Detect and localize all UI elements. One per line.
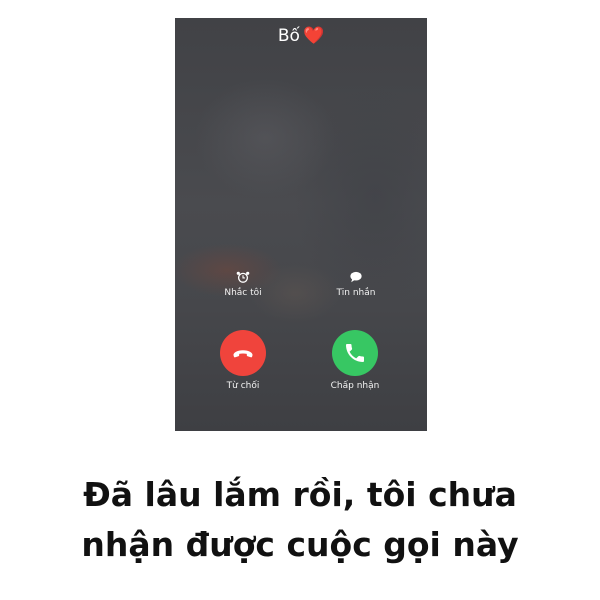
heart-icon: ❤️ [302, 26, 325, 46]
accept-button[interactable] [332, 330, 378, 376]
remind-me-button[interactable]: Nhắc tôi [203, 271, 283, 298]
decline-button[interactable] [220, 330, 266, 376]
caption: Đã lâu lắm rồi, tôi chưa nhận được cuộc … [0, 470, 600, 570]
caller-name: Bố [277, 26, 300, 46]
message-button[interactable]: Tin nhắn [316, 271, 396, 298]
remind-me-label: Nhắc tôi [224, 288, 262, 298]
caption-line-1: Đã lâu lắm rồi, tôi chưa [83, 475, 517, 514]
alarm-clock-icon [236, 271, 250, 283]
blurred-background [175, 18, 427, 431]
incoming-call-screen: Bố ❤️ Nhắc tôi Tin nhắn Từ chối Chấp nhậ… [175, 18, 427, 431]
decline-label: Từ chối [226, 381, 260, 391]
hang-up-icon [233, 350, 253, 358]
message-label: Tin nhắn [336, 288, 376, 298]
accept-label: Chấp nhận [330, 381, 380, 391]
phone-icon [346, 344, 364, 362]
meme-image: Bố ❤️ Nhắc tôi Tin nhắn Từ chối Chấp nhậ… [0, 0, 600, 600]
speech-bubble-icon [350, 271, 362, 283]
caption-line-2: nhận được cuộc gọi này [81, 525, 519, 564]
caller-name-row: Bố ❤️ [175, 24, 427, 48]
